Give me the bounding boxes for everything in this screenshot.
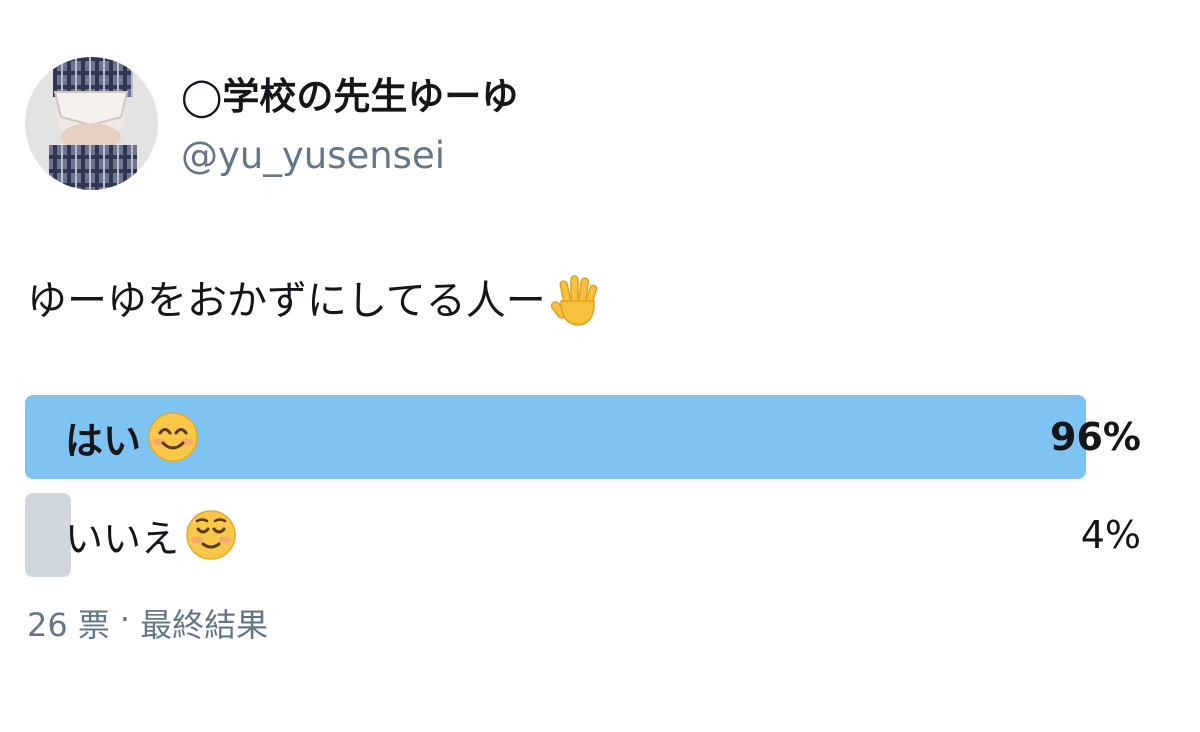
meta-separator: ·	[119, 600, 131, 638]
display-name[interactable]: ◯学校の先生ゆーゆ	[181, 73, 518, 121]
poll-option-text: いいえ	[65, 516, 180, 561]
tweet-text: ゆーゆをおかずにしてる人ー	[27, 273, 606, 329]
poll-option-yes[interactable]: はい 96%	[25, 395, 1145, 483]
avatar[interactable]	[25, 57, 158, 190]
vote-count: 26 票	[27, 606, 110, 644]
tweet-text-body: ゆーゆをおかずにしてる人ー	[27, 278, 546, 324]
raised-hand-icon	[550, 273, 606, 329]
poll: はい 96% いいえ 4%	[25, 395, 1145, 591]
poll-option-label: はい	[65, 395, 199, 479]
poll-meta: 26 票 · 最終結果	[27, 600, 268, 646]
smiling-face-icon	[147, 411, 199, 463]
poll-percent-no: 4%	[1080, 513, 1141, 557]
poll-option-label: いいえ	[65, 493, 237, 577]
relieved-face-icon	[185, 509, 237, 561]
user-handle[interactable]: @yu_yusensei	[181, 132, 445, 180]
poll-status: 最終結果	[140, 606, 269, 644]
poll-option-no[interactable]: いいえ 4%	[25, 493, 1145, 581]
poll-option-text: はい	[65, 418, 142, 463]
tweet-header: ◯学校の先生ゆーゆ @yu_yusensei	[0, 0, 1200, 200]
poll-percent-yes: 96%	[1050, 415, 1141, 459]
